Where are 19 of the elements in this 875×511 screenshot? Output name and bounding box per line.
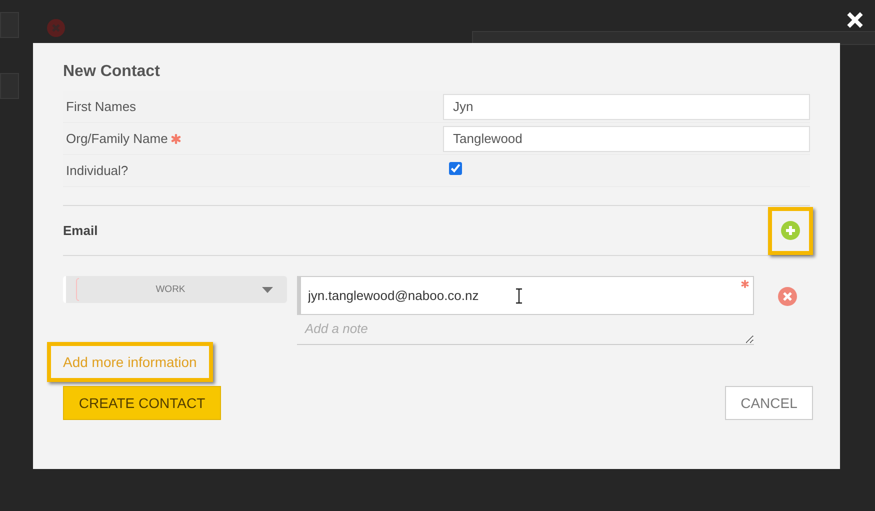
type-dropdown[interactable]: WORK (63, 276, 287, 303)
caret-icon (262, 286, 273, 292)
text-field[interactable]: Tanglewood (443, 126, 810, 152)
section-title: Email (63, 223, 98, 238)
create-button[interactable]: CREATE CONTACT (63, 386, 221, 420)
close-icon[interactable] (847, 12, 863, 28)
field-label: First Names (66, 99, 136, 114)
individual-checkbox[interactable] (449, 162, 462, 174)
remove-icon (47, 19, 65, 37)
cancel-button[interactable]: CANCEL (725, 386, 813, 420)
text-cursor-icon (515, 288, 523, 304)
field-label: Org/Family Name (66, 131, 168, 146)
note-field[interactable]: Add a note (297, 315, 754, 345)
email-field[interactable]: jyn.tanglewood@naboo.co.nz (297, 276, 754, 315)
dialog-title: New Contact (63, 63, 160, 81)
text-field[interactable]: Jyn (443, 94, 810, 120)
remove-icon[interactable] (778, 287, 797, 306)
plus-icon (781, 221, 800, 240)
field-label: Individual? (66, 163, 128, 178)
